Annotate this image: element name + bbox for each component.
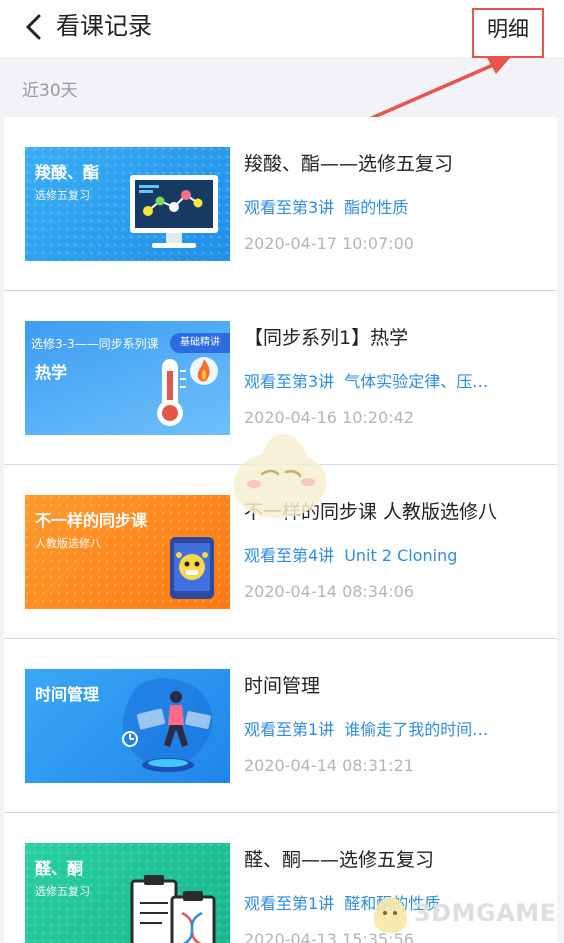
watch-progress[interactable]: 观看至第3讲 酯的性质 <box>244 194 534 218</box>
monitor-molecule-icon <box>130 175 218 248</box>
progress-topic: 谁偷走了我的时间… <box>344 720 489 739</box>
progress-lecture: 观看至第3讲 <box>244 372 335 391</box>
course-title: 时间管理 <box>244 675 321 697</box>
progress-topic: 醛和酮的性质 <box>344 894 441 913</box>
thumbnail-heading: 选修3-3——同步系列课 <box>31 337 159 351</box>
progress-lecture: 观看至第1讲 <box>244 720 335 739</box>
course-title: 醛、酮——选修五复习 <box>244 849 435 871</box>
detail-button-label: 明细 <box>487 17 529 41</box>
watch-progress[interactable]: 观看至第4讲 Unit 2 Cloning <box>244 542 534 566</box>
record-card[interactable]: 羧酸、酯 选修五复习 羧酸、酯——选修五复习 观看至第3讲 酯的性质 2020-… <box>4 117 557 291</box>
tablet-mascot-icon <box>170 537 214 599</box>
course-thumbnail: 选修3-3——同步系列课 基础精讲 热学 <box>25 321 230 435</box>
progress-topic: 酯的性质 <box>344 198 409 217</box>
back-button[interactable] <box>20 12 50 42</box>
course-title: 【同步系列1】热学 <box>244 327 409 349</box>
progress-topic: Unit 2 Cloning <box>344 546 458 565</box>
watch-timestamp: 2020-04-17 10:07:00 <box>244 234 414 253</box>
thumbnail-title: 热学 <box>35 363 68 382</box>
watch-timestamp: 2020-04-16 10:20:42 <box>244 408 414 427</box>
record-card[interactable]: 不一样的同步课 人教版选修八 不一样的同步课 人教版选修八 观看至第4讲 Unit… <box>4 465 557 639</box>
watch-timestamp: 2020-04-14 08:31:21 <box>244 756 414 775</box>
watch-progress[interactable]: 观看至第1讲 醛和酮的性质 <box>244 890 534 914</box>
detail-button[interactable]: 明细 <box>472 8 544 58</box>
thumbnail-title: 羧酸、酯 <box>35 163 100 182</box>
page-title: 看课记录 <box>56 12 152 40</box>
course-thumbnail: 醛、酮 选修五复习 <box>25 843 230 943</box>
chevron-left-icon <box>26 14 41 40</box>
thumbnail-subtitle: 选修五复习 <box>35 885 90 898</box>
course-title: 不一样的同步课 人教版选修八 <box>244 501 498 523</box>
course-thumbnail: 羧酸、酯 选修五复习 <box>25 147 230 261</box>
record-card[interactable]: 醛、酮 选修五复习 醛、酮——选修五复习 观看至第1讲 醛和酮的性质 2020-0… <box>4 813 557 943</box>
annotation-arrow-icon <box>356 56 510 126</box>
progress-lecture: 观看至第1讲 <box>244 894 335 913</box>
watch-progress[interactable]: 观看至第1讲 谁偷走了我的时间… <box>244 716 534 740</box>
record-card[interactable]: 时间管理 时间管理 观看至第1讲 谁偷走了我的时间… 2020-04-14 08:… <box>4 639 557 813</box>
watch-progress[interactable]: 观看至第3讲 气体实验定律、压… <box>244 368 534 392</box>
progress-lecture: 观看至第3讲 <box>244 198 335 217</box>
course-thumbnail: 时间管理 <box>25 669 230 783</box>
watch-timestamp: 2020-04-13 15:35:56 <box>244 930 414 943</box>
course-thumbnail: 不一样的同步课 人教版选修八 <box>25 495 230 609</box>
section-label: 近30天 <box>22 81 78 101</box>
thumbnail-subtitle: 人教版选修八 <box>35 537 101 550</box>
course-title: 羧酸、酯——选修五复习 <box>244 153 454 175</box>
record-list: 羧酸、酯 选修五复习 羧酸、酯——选修五复习 观看至第3讲 酯的性质 2020-… <box>4 117 557 943</box>
record-card[interactable]: 选修3-3——同步系列课 基础精讲 热学 【同步系列1】热学 观看至第3讲 气体实… <box>4 291 557 465</box>
progress-lecture: 观看至第4讲 <box>244 546 335 565</box>
progress-topic: 气体实验定律、压… <box>344 372 489 391</box>
time-figure-icon <box>122 678 213 772</box>
thumbnail-badge: 基础精讲 <box>170 333 230 353</box>
thermometer-fire-icon <box>157 357 218 426</box>
thumbnail-title: 醛、酮 <box>35 859 84 878</box>
clipboard-dna-icon <box>130 875 216 943</box>
watch-timestamp: 2020-04-14 08:34:06 <box>244 582 414 601</box>
thumbnail-title: 不一样的同步课 <box>35 511 148 530</box>
thumbnail-subtitle: 选修五复习 <box>35 189 90 202</box>
thumbnail-title: 时间管理 <box>35 685 100 704</box>
app-header: 看课记录 明细 <box>0 0 564 58</box>
